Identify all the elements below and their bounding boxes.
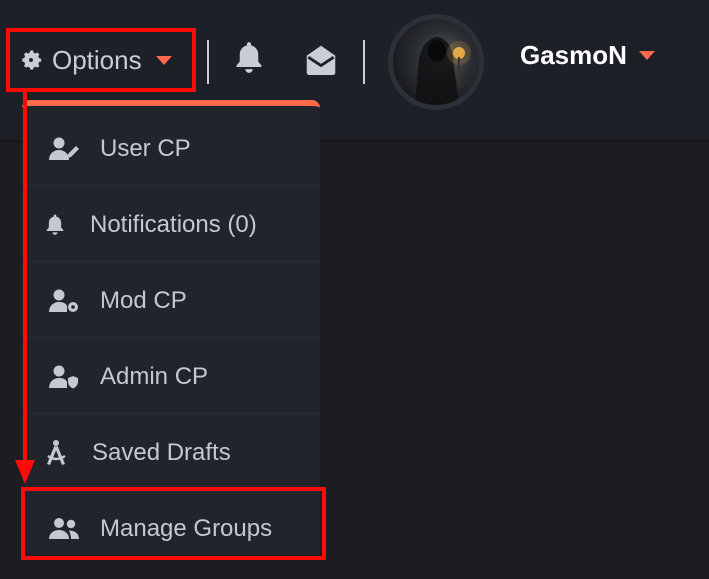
annotation-arrow <box>15 92 35 484</box>
